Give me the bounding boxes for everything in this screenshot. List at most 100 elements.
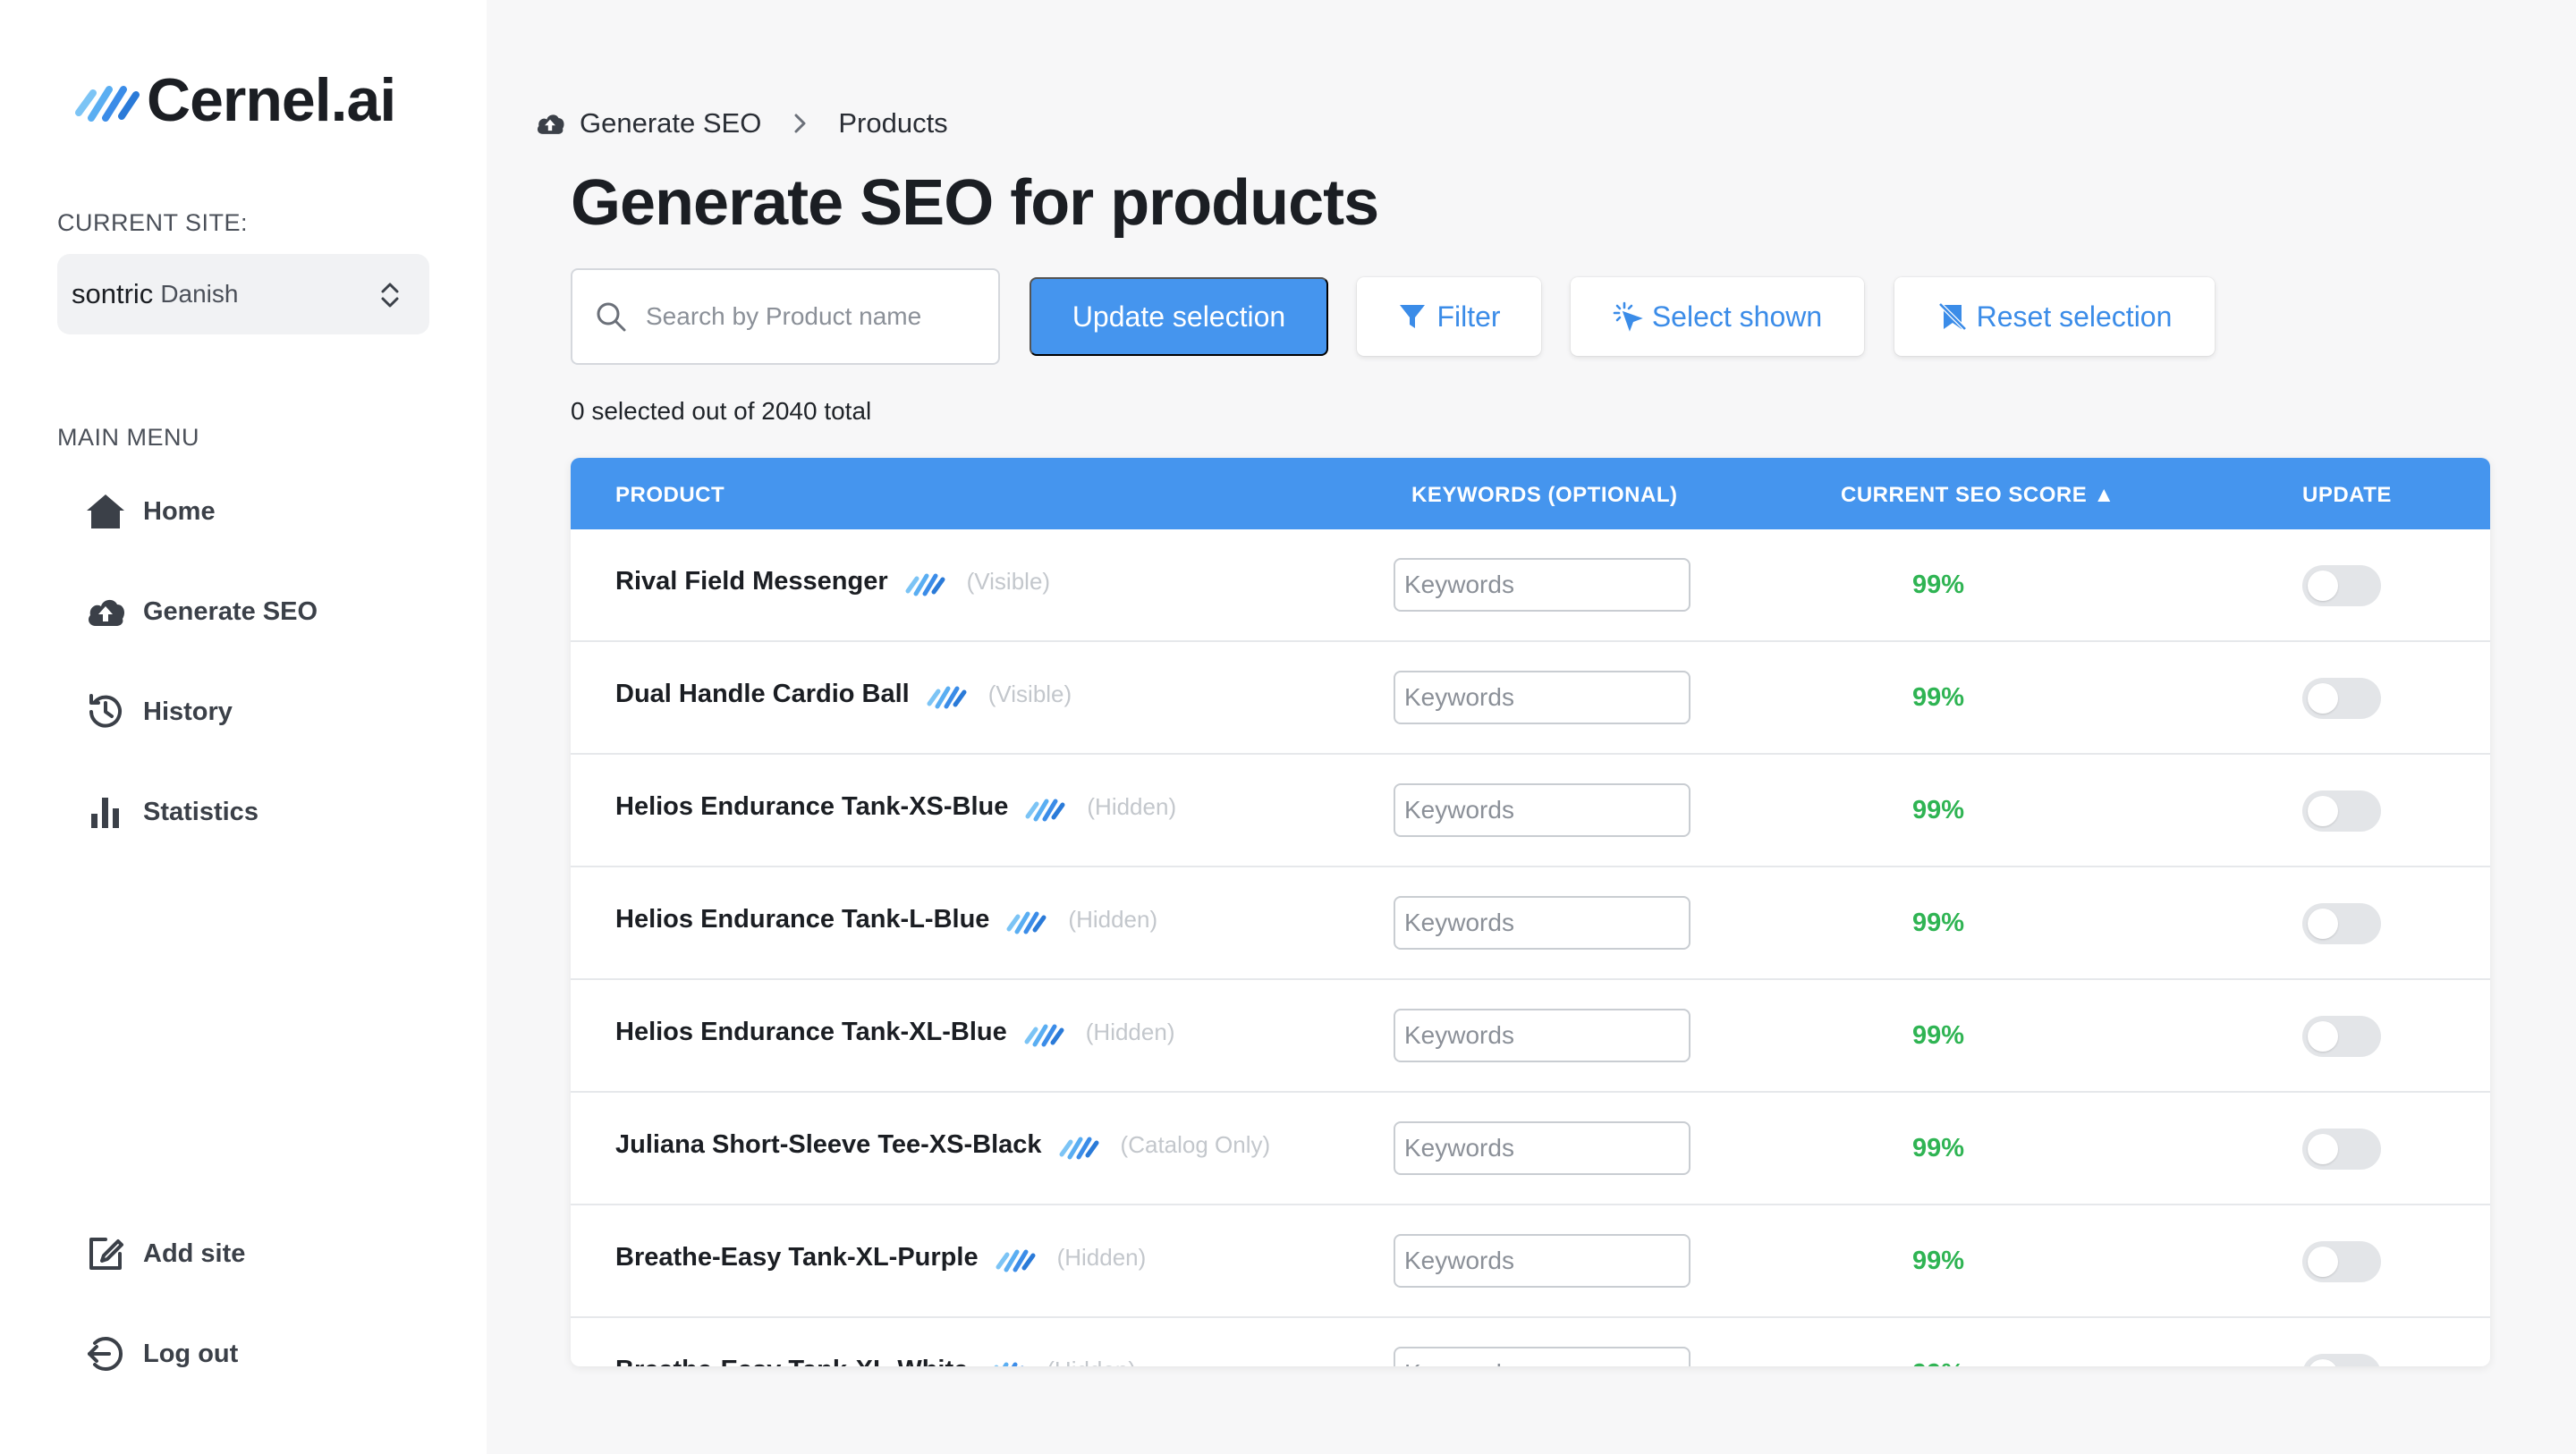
keywords-input[interactable] [1394,1121,1690,1175]
search-icon [597,302,626,332]
column-header-product[interactable]: PRODUCT [615,483,724,508]
seo-score: 99% [1912,796,1965,824]
toggle-knob [2308,1134,2338,1164]
keywords-input[interactable] [1394,558,1690,612]
sidebar-item-label: Statistics [143,797,258,826]
keywords-input[interactable] [1394,1009,1690,1062]
filter-icon [1400,305,1426,328]
update-toggle[interactable] [2302,565,2381,606]
table-row: Helios Endurance Tank-XL-Blue (Hidden) 9… [571,980,2490,1093]
update-toggle[interactable] [2302,678,2381,719]
product-cell: Helios Endurance Tank-L-Blue (Hidden) [615,905,1157,934]
keywords-input[interactable] [1394,783,1690,837]
seo-score: 99% [1912,683,1965,712]
logout-icon [84,1332,127,1375]
cernel-logo-icon [1059,1137,1099,1159]
sidebar-item-history[interactable]: History [84,687,233,737]
history-icon [84,690,127,733]
cernel-logo-icon [1025,799,1065,821]
filter-button[interactable]: Filter [1357,277,1541,356]
sidebar-item-generate-seo[interactable]: Generate SEO [84,587,318,637]
table-row: Helios Endurance Tank-XS-Blue (Hidden) 9… [571,755,2490,867]
chevron-right-icon [794,114,806,133]
toggle-knob [2308,1021,2338,1052]
seo-score: 99% [1912,1134,1965,1162]
edit-icon [84,1232,127,1275]
product-visibility-status: (Hidden) [1046,1357,1136,1366]
update-toggle[interactable] [2302,1016,2381,1057]
product-visibility-status: (Hidden) [1085,1019,1175,1045]
keywords-input[interactable] [1394,671,1690,724]
toggle-knob [2308,571,2338,601]
sidebar-item-log-out[interactable]: Log out [84,1329,238,1379]
toggle-knob [2308,909,2338,939]
update-toggle[interactable] [2302,903,2381,944]
sidebar-item-label: History [143,697,233,726]
seo-score: 99% [1912,909,1965,937]
toggle-knob [2308,796,2338,826]
update-selection-button[interactable]: Update selection [1030,277,1328,356]
app-logo[interactable]: Cernel.ai [73,66,396,134]
sidebar-item-label: Add site [143,1238,246,1268]
column-header-seo-score[interactable]: CURRENT SEO SCORE ▲ [1841,483,2115,508]
sidebar-item-label: Log out [143,1339,239,1368]
product-visibility-status: (Visible) [987,681,1072,707]
toggle-knob [2308,1359,2338,1366]
seo-score: 99% [1912,1359,1964,1366]
sidebar-item-label: Home [143,496,216,526]
search-input[interactable] [646,302,986,331]
cernel-logo-icon [996,1249,1036,1272]
select-shown-label: Select shown [1651,300,1823,333]
product-name[interactable]: Dual Handle Cardio Ball [615,680,910,709]
sidebar-item-home[interactable]: Home [84,486,216,537]
sidebar-item-statistics[interactable]: Statistics [84,787,258,837]
seo-score: 99% [1912,571,1965,599]
table-body: Rival Field Messenger (Visible) 99% Dual… [571,529,2490,1366]
app-name: Cernel.ai [147,66,396,134]
product-name[interactable]: Helios Endurance Tank-XL-Blue [615,1018,1007,1047]
filter-button-label: Filter [1436,300,1501,333]
update-toggle[interactable] [2302,790,2381,832]
keywords-input[interactable] [1394,1234,1690,1288]
current-site-label: CURRENT SITE: [57,209,249,236]
product-visibility-status: (Hidden) [1068,906,1158,933]
product-name[interactable]: Helios Endurance Tank-L-Blue [615,905,989,934]
update-toggle[interactable] [2302,1129,2381,1170]
column-header-update[interactable]: UPDATE [2302,483,2392,508]
reset-selection-button[interactable]: Reset selection [1894,277,2215,356]
keywords-input[interactable] [1394,1347,1690,1366]
keywords-input[interactable] [1394,896,1690,950]
table-row: Juliana Short-Sleeve Tee-XS-Black (Catal… [571,1093,2490,1205]
app-root: Cernel.ai CURRENT SITE: sontric Danish M… [0,0,2576,1454]
breadcrumb: Generate SEO Products [535,107,948,139]
product-visibility-status: (Visible) [966,568,1051,595]
search-box [571,268,1000,365]
product-visibility-status: (Catalog Only) [1120,1131,1271,1158]
product-cell: Breathe-Easy Tank-XL-Purple (Hidden) [615,1243,1146,1272]
cernel-logo-icon [927,686,967,708]
product-cell: Breathe-Easy Tank-XL-White (Hidden) [615,1356,1136,1366]
select-shown-button[interactable]: Select shown [1571,277,1864,356]
site-name: sontric [72,278,154,309]
product-name[interactable]: Breathe-Easy Tank-XL-Purple [615,1243,979,1272]
product-name[interactable]: Helios Endurance Tank-XS-Blue [615,792,1008,822]
table-row: Breathe-Easy Tank-XL-White (Hidden) 99% [571,1318,2490,1366]
table-header: PRODUCT KEYWORDS (OPTIONAL) CURRENT SEO … [571,458,2490,529]
page-title: Generate SEO for products [571,167,1379,239]
sidebar-item-add-site[interactable]: Add site [84,1229,245,1279]
table-row: Helios Endurance Tank-L-Blue (Hidden) 99… [571,867,2490,980]
site-selector[interactable]: sontric Danish [57,254,429,334]
product-name[interactable]: Rival Field Messenger [615,567,888,596]
column-header-keywords[interactable]: KEYWORDS (OPTIONAL) [1411,483,1678,508]
breadcrumb-parent[interactable]: Generate SEO [580,107,761,139]
update-toggle[interactable] [2302,1354,2381,1366]
update-toggle[interactable] [2302,1241,2381,1282]
main-content: Generate SEO Products Generate SEO for p… [487,0,2576,1454]
toggle-knob [2308,1247,2338,1277]
product-name[interactable]: Juliana Short-Sleeve Tee-XS-Black [615,1130,1042,1160]
product-visibility-status: (Hidden) [1087,793,1177,820]
cloud-upload-icon [84,590,127,633]
table-row: Dual Handle Cardio Ball (Visible) 99% [571,642,2490,755]
product-name[interactable]: Breathe-Easy Tank-XL-White [615,1356,968,1366]
cernel-logo-icon [994,1362,1025,1366]
